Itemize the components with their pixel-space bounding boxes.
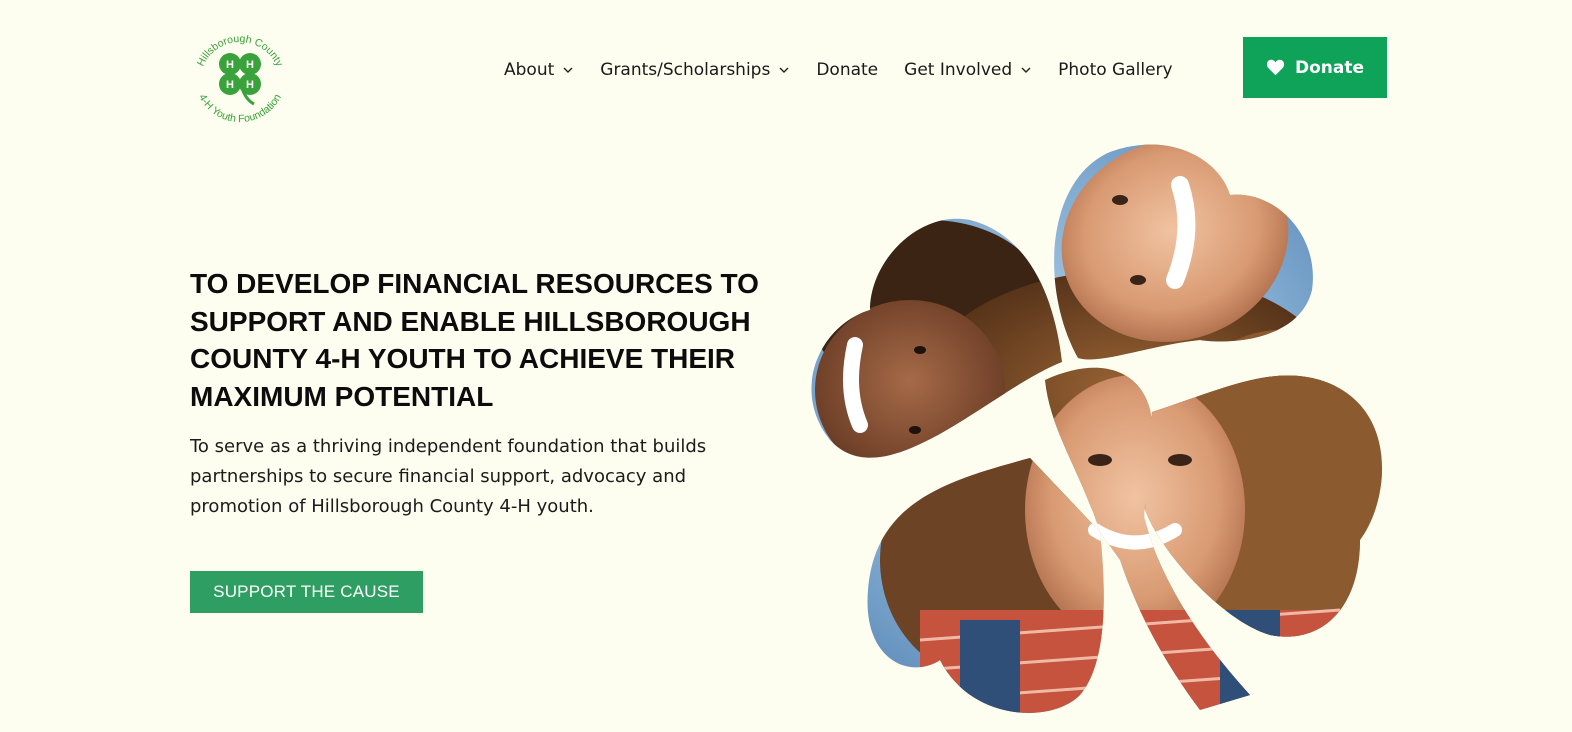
logo-ring-bottom: 4-H Youth Foundation: [196, 92, 284, 125]
donate-button-label: Donate: [1294, 57, 1365, 78]
cta-label: SUPPORT THE CAUSE: [213, 582, 400, 601]
svg-text:H: H: [226, 59, 234, 71]
nav-about-label: About: [504, 60, 555, 80]
page: Hillsborough County 4-H Youth Foundation…: [0, 0, 1572, 732]
chevron-down-icon: [1021, 67, 1031, 73]
support-the-cause-button[interactable]: SUPPORT THE CAUSE: [190, 571, 423, 613]
nav-item-grants[interactable]: Grants/Scholarships: [600, 60, 790, 80]
nav-item-donate[interactable]: Donate: [816, 60, 878, 80]
svg-text:H: H: [246, 79, 254, 91]
clover-photo: [811, 144, 1383, 713]
svg-text:H: H: [246, 59, 254, 71]
nav-grants-label: Grants/Scholarships: [600, 60, 771, 80]
hero-clover-image: [800, 140, 1400, 730]
chevron-down-icon: [779, 67, 789, 73]
nav-item-photo-gallery[interactable]: Photo Gallery: [1058, 60, 1172, 80]
nav-photo-gallery-label: Photo Gallery: [1058, 60, 1173, 80]
hero-description: To serve as a thriving independent found…: [190, 436, 707, 517]
donate-button[interactable]: Donate: [1243, 37, 1387, 98]
heart-icon: [1266, 59, 1285, 76]
nav-item-get-involved[interactable]: Get Involved: [904, 60, 1032, 80]
nav-item-about[interactable]: About: [504, 60, 574, 80]
hero-title: TO DEVELOP FINANCIAL RESOURCES TO SUPPOR…: [190, 268, 759, 412]
site-logo[interactable]: Hillsborough County 4-H Youth Foundation…: [188, 20, 292, 128]
nav-get-involved-label: Get Involved: [904, 60, 1013, 80]
chevron-down-icon: [563, 67, 573, 73]
svg-text:H: H: [226, 79, 234, 91]
svg-text:4-H Youth Foundation: 4-H Youth Foundation: [196, 92, 284, 125]
four-leaf-clover-logo-icon: Hillsborough County 4-H Youth Foundation…: [195, 33, 286, 125]
nav-donate-label: Donate: [816, 60, 879, 80]
main-nav: About Grants/Scholarships Donate Get Inv…: [504, 60, 1173, 80]
